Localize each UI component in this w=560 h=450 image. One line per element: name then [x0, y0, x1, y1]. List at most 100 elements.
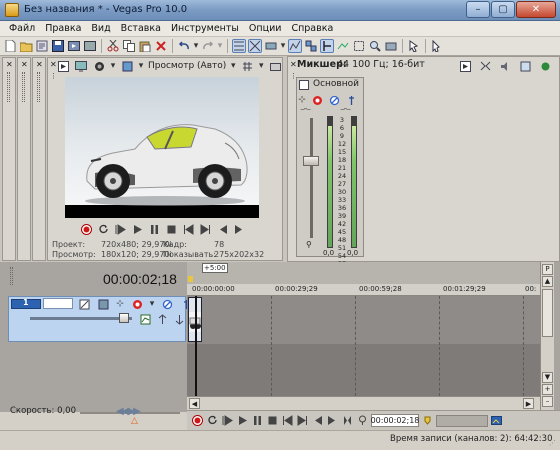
redo-dropdown-icon[interactable]: ▾: [217, 39, 223, 53]
record-icon[interactable]: [191, 414, 204, 427]
preview-quality-select-arrow-icon[interactable]: ▾: [230, 59, 236, 73]
panel-close-icon[interactable]: ✕: [290, 60, 297, 69]
master-bus-icon[interactable]: [299, 80, 309, 90]
normal-edit-tool-icon[interactable]: [320, 39, 334, 53]
vegas-app-icon[interactable]: [5, 3, 19, 17]
selection-length-field[interactable]: [436, 414, 488, 427]
panel-grip[interactable]: [37, 72, 40, 102]
track-name-field[interactable]: [43, 298, 73, 309]
scroll-left-icon[interactable]: ◀: [189, 398, 200, 409]
menu-view[interactable]: Вид: [86, 23, 115, 34]
envelope-tool-icon[interactable]: [336, 39, 350, 53]
scroll-thumb[interactable]: [542, 289, 553, 337]
track-fx-dropdown-icon[interactable]: ▾: [149, 297, 155, 311]
undo-icon[interactable]: [177, 39, 191, 53]
new-file-icon[interactable]: [3, 39, 17, 53]
play-from-start-icon[interactable]: [221, 414, 234, 427]
dim-output-icon[interactable]: [498, 59, 512, 73]
bus-fx-icon[interactable]: [310, 93, 324, 107]
overlays-dropdown-icon[interactable]: ▾: [258, 59, 264, 73]
play-from-start-icon[interactable]: [114, 223, 127, 236]
picture-marker-icon[interactable]: [490, 414, 503, 427]
external-monitor-icon[interactable]: [74, 59, 88, 73]
previous-frame-icon[interactable]: [216, 223, 229, 236]
bus-route-icon[interactable]: ⊹: [297, 93, 307, 107]
overlays-icon[interactable]: [240, 59, 254, 73]
help-pointer-icon[interactable]: [407, 39, 421, 53]
delete-icon[interactable]: [154, 39, 168, 53]
previous-frame-icon[interactable]: [311, 414, 324, 427]
play-icon[interactable]: [236, 414, 249, 427]
menu-options[interactable]: Опции: [244, 23, 287, 34]
split-screen-dropdown-icon[interactable]: ▾: [110, 59, 116, 73]
preview-quality-select[interactable]: Просмотр (Авто): [148, 61, 226, 71]
preview-quality-dropdown-icon[interactable]: ▾: [138, 59, 144, 73]
zoom-in-icon[interactable]: +: [542, 384, 553, 395]
lock-envelopes-icon[interactable]: [288, 39, 302, 53]
preview-fx-icon[interactable]: [92, 59, 106, 73]
cut-icon[interactable]: [106, 39, 120, 53]
menu-insert[interactable]: Вставка: [116, 23, 166, 34]
loop-icon[interactable]: [97, 223, 110, 236]
panel-close-icon[interactable]: ✕: [36, 60, 43, 69]
playhead-cursor[interactable]: [195, 296, 197, 396]
insert-marker-icon[interactable]: [421, 414, 434, 427]
scrub-icon[interactable]: [341, 414, 354, 427]
track-mute-icon[interactable]: [160, 297, 174, 311]
track-motion-icon[interactable]: [77, 297, 91, 311]
open-folder-icon[interactable]: [19, 39, 33, 53]
panel-close-icon[interactable]: ✕: [21, 60, 28, 69]
track-fx-icon[interactable]: [130, 297, 144, 311]
menu-edit[interactable]: Правка: [40, 23, 86, 34]
stop-icon[interactable]: [266, 414, 279, 427]
vertical-scrollbar[interactable]: P ▲ ▼ + –: [540, 262, 554, 412]
properties-icon[interactable]: [35, 39, 49, 53]
play-icon[interactable]: [131, 223, 144, 236]
next-frame-icon[interactable]: [326, 414, 339, 427]
render-icon[interactable]: [67, 39, 81, 53]
scroll-down-icon[interactable]: ▼: [542, 372, 553, 383]
ignore-grouping-icon[interactable]: [304, 39, 318, 53]
loop-region-marker[interactable]: [188, 276, 193, 282]
scroll-right-icon[interactable]: ▶: [523, 398, 534, 409]
track-composite-icon[interactable]: [96, 297, 110, 311]
maximize-button[interactable]: ▢: [491, 1, 515, 18]
paste-icon[interactable]: [138, 39, 152, 53]
pan-slider[interactable]: ⁻ᵔ⁻: [300, 107, 311, 117]
project-properties-icon[interactable]: [56, 59, 70, 73]
pause-icon[interactable]: [148, 223, 161, 236]
loop-icon[interactable]: [206, 414, 219, 427]
fader-lock-icon[interactable]: ⚲: [306, 240, 312, 249]
bus-solo-icon[interactable]: [344, 93, 358, 107]
ripple-dropdown-icon[interactable]: ▾: [280, 39, 286, 53]
menu-file[interactable]: Файл: [4, 23, 40, 34]
go-to-end-icon[interactable]: [199, 223, 212, 236]
transport-timecode[interactable]: 00:00:02;18: [371, 414, 419, 427]
scroll-up-icon[interactable]: ▲: [542, 276, 553, 287]
selection-tool-icon[interactable]: [352, 39, 366, 53]
menu-tools[interactable]: Инструменты: [166, 23, 244, 34]
downmix-icon[interactable]: [478, 59, 492, 73]
pause-icon[interactable]: [251, 414, 264, 427]
snapshot-marker-icon[interactable]: [356, 414, 369, 427]
whats-this-help-icon[interactable]: [430, 39, 444, 53]
save-icon[interactable]: [51, 39, 65, 53]
redo-icon[interactable]: [201, 39, 215, 53]
insert-bus-icon[interactable]: [518, 59, 532, 73]
go-to-end-icon[interactable]: [296, 414, 309, 427]
snapping-icon[interactable]: [232, 39, 246, 53]
stop-icon[interactable]: [165, 223, 178, 236]
panel-menu-icon[interactable]: ⋮: [50, 72, 57, 80]
panel-close-icon[interactable]: ✕: [6, 60, 13, 69]
edit-tool-dropdown-icon[interactable]: [384, 39, 398, 53]
track-lane[interactable]: [187, 296, 540, 344]
zoom-out-icon[interactable]: –: [542, 396, 553, 407]
bus-mute-icon[interactable]: [327, 93, 341, 107]
track-level-slider-thumb[interactable]: [119, 313, 129, 323]
panel-grip[interactable]: [22, 72, 25, 102]
track-collapse-icon[interactable]: [172, 312, 186, 326]
undo-dropdown-icon[interactable]: ▾: [193, 39, 199, 53]
track-expand-icon[interactable]: [155, 312, 169, 326]
expand-icon[interactable]: P: [542, 264, 553, 275]
minimize-button[interactable]: –: [466, 1, 490, 18]
